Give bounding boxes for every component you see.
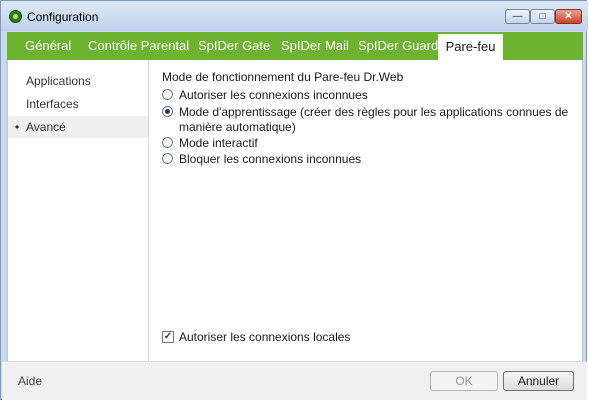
title-bar[interactable]: Configuration — □ ✕ [1, 1, 588, 31]
radio-button[interactable] [162, 137, 173, 148]
content-panel: Applications Interfaces • Avancé Mode de… [7, 60, 583, 361]
configuration-window: Configuration — □ ✕ Général Contrôle Par… [0, 0, 588, 400]
tab-spider-gate[interactable]: SpIDer Gate [188, 32, 280, 60]
sidebar: Applications Interfaces • Avancé [8, 60, 149, 361]
tab-firewall[interactable]: Pare-feu [438, 34, 503, 60]
sidebar-item-label: Applications [26, 74, 91, 88]
tab-general[interactable]: Général [15, 32, 81, 60]
radio-button[interactable] [162, 89, 173, 100]
ok-button[interactable]: OK [430, 371, 498, 391]
tab-bar: Général Contrôle Parental SpIDer Gate Sp… [7, 32, 583, 60]
radio-label: Bloquer les connexions inconnues [179, 152, 362, 166]
radio-button[interactable] [162, 153, 173, 164]
tab-spider-mail[interactable]: SpIDer Mail [271, 32, 359, 60]
sidebar-item-advanced[interactable]: • Avancé [8, 116, 148, 138]
footer: Aide OK Annuler [2, 361, 587, 400]
bullet-icon: • [15, 120, 20, 134]
firewall-settings: Mode de fonctionnement du Pare-feu Dr.We… [162, 60, 572, 361]
drweb-spider-icon [9, 10, 22, 23]
checkbox[interactable]: ✓ [162, 331, 174, 343]
close-button[interactable]: ✕ [555, 9, 582, 24]
section-title: Mode de fonctionnement du Pare-feu Dr.We… [162, 70, 404, 84]
radio-button[interactable] [162, 106, 173, 117]
checkbox-label: Autoriser les connexions locales [179, 330, 351, 344]
sidebar-item-applications[interactable]: Applications [8, 70, 148, 92]
sidebar-item-label: Avancé [26, 120, 66, 134]
window-title: Configuration [27, 10, 99, 24]
tab-spider-guard[interactable]: SpIDer Guard [348, 32, 448, 60]
sidebar-item-label: Interfaces [26, 97, 79, 111]
sidebar-item-interfaces[interactable]: Interfaces [8, 93, 148, 115]
help-link[interactable]: Aide [18, 374, 42, 388]
radio-label: Mode d'apprentissage (créer des règles p… [179, 105, 569, 134]
minimize-button[interactable]: — [505, 9, 530, 24]
tab-parental-control[interactable]: Contrôle Parental [78, 32, 199, 60]
radio-label: Autoriser les connexions inconnues [179, 88, 368, 102]
cancel-button[interactable]: Annuler [503, 371, 574, 391]
radio-label: Mode interactif [179, 136, 258, 150]
maximize-button[interactable]: □ [530, 9, 555, 24]
